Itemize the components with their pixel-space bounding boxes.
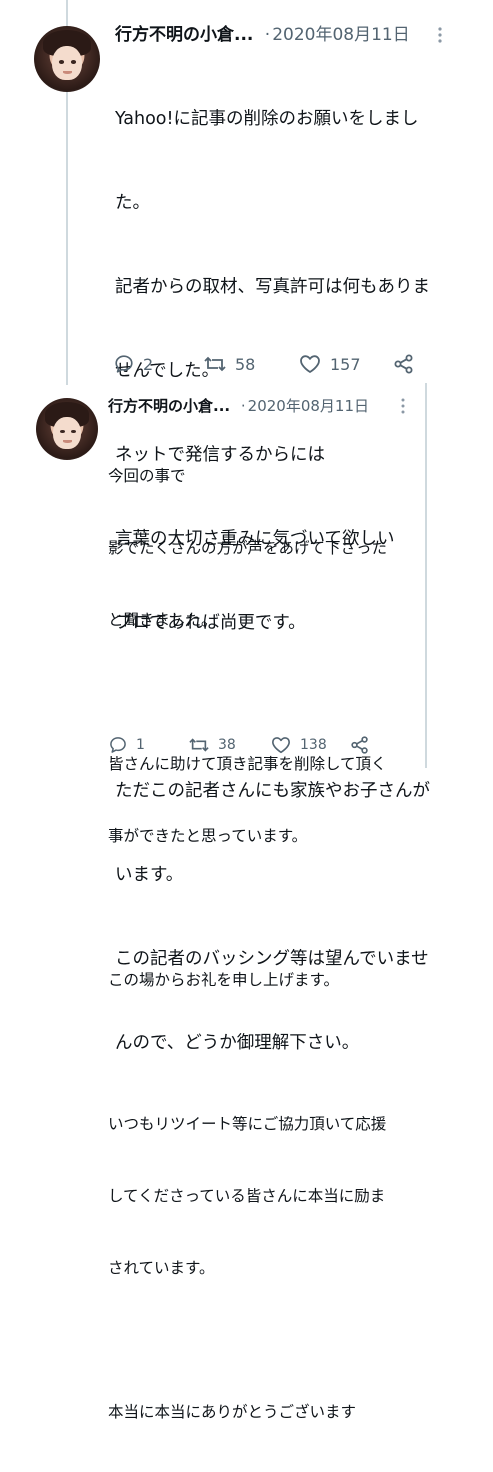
tweet-text-line: 皆さんに助けて頂き記事を削除して頂く	[108, 755, 387, 773]
tweet-text-line	[108, 1040, 387, 1064]
display-name[interactable]: 行方不明の小倉...	[108, 397, 230, 415]
reply-button[interactable]: 1	[108, 735, 188, 755]
timestamp[interactable]: 2020年08月11日	[272, 25, 410, 45]
avatar-face	[53, 416, 81, 449]
reply-icon	[110, 737, 126, 753]
tweet-text-line: してくださっている皆さんに本当に励ま	[108, 1187, 386, 1205]
tweet-text-line: 記者からの取材、写真許可は何もありま	[115, 277, 430, 297]
reply-button[interactable]: 2	[113, 353, 203, 375]
avatar[interactable]	[34, 26, 100, 92]
heart-icon	[272, 737, 290, 754]
avatar[interactable]	[36, 398, 98, 460]
separator: ·	[240, 397, 246, 415]
share-button[interactable]	[350, 735, 370, 755]
more-icon[interactable]	[434, 24, 446, 46]
timestamp[interactable]: 2020年08月11日	[248, 397, 369, 415]
like-button[interactable]: 157	[298, 353, 393, 375]
tweet-text-line: されています。	[108, 1259, 215, 1277]
tweet-header: 行方不明の小倉... · 2020年08月11日	[115, 24, 410, 46]
retweet-count: 58	[235, 354, 256, 374]
share-icon	[394, 354, 413, 374]
retweet-icon	[189, 738, 209, 752]
avatar-eye	[59, 60, 65, 64]
reply-count: 2	[143, 354, 154, 374]
tweet-text-line: いつもリツイート等にご協力頂いて応援	[108, 1115, 387, 1133]
tweet[interactable]: 行方不明の小倉... · 2020年08月11日 Yahoo!に記事の削除のお願い…	[0, 0, 493, 1053]
heart-icon	[300, 355, 320, 373]
share-button[interactable]	[393, 353, 415, 375]
tweet-text-line	[108, 680, 387, 704]
tweet-text-line: 本当に本当にありがとうございます	[108, 1403, 357, 1421]
avatar-face	[52, 45, 82, 81]
retweet-button[interactable]: 58	[203, 353, 298, 375]
tweet-text-line: Yahoo!に記事の削除のお願いをしまし	[115, 109, 419, 129]
tweet[interactable]: 行方不明の小倉... · 2020年08月11日 今回の事で 影でたくさんの方が声…	[0, 385, 493, 1421]
tweet-text-line: 事ができたと思っています。	[108, 827, 308, 845]
retweet-button[interactable]: 38	[188, 735, 270, 755]
tweet-text-line: 影でたくさんの方が声をあげて下さった	[108, 539, 388, 557]
tweet-text: 今回の事で 影でたくさんの方が声をあげて下さった と聞きました。 皆さんに助けて…	[108, 416, 387, 1472]
tweet-text-line: この場からお礼を申し上げます。	[108, 971, 339, 989]
like-button[interactable]: 138	[270, 735, 350, 755]
more-icon[interactable]	[397, 395, 409, 417]
tweet-actions: 1 38 138	[108, 735, 370, 755]
reply-icon	[115, 355, 133, 373]
retweet-icon	[204, 356, 226, 372]
retweet-count: 38	[218, 737, 236, 753]
tweet-header: 行方不明の小倉... · 2020年08月11日	[108, 396, 369, 416]
tweet-text-line: た。	[115, 193, 150, 213]
tweet-text-line	[108, 896, 387, 920]
reply-count: 1	[136, 737, 145, 753]
tweet-text-line: と聞きました。	[108, 611, 217, 629]
tweet-actions: 2 58 157	[113, 353, 415, 375]
share-icon	[351, 736, 368, 754]
separator: ·	[264, 25, 271, 45]
tweet-text-line: 今回の事で	[108, 467, 186, 485]
like-count: 157	[330, 354, 361, 374]
like-count: 138	[300, 737, 327, 753]
display-name[interactable]: 行方不明の小倉...	[115, 25, 253, 45]
tweet-text-line	[108, 1328, 387, 1352]
avatar-eye	[70, 60, 77, 64]
